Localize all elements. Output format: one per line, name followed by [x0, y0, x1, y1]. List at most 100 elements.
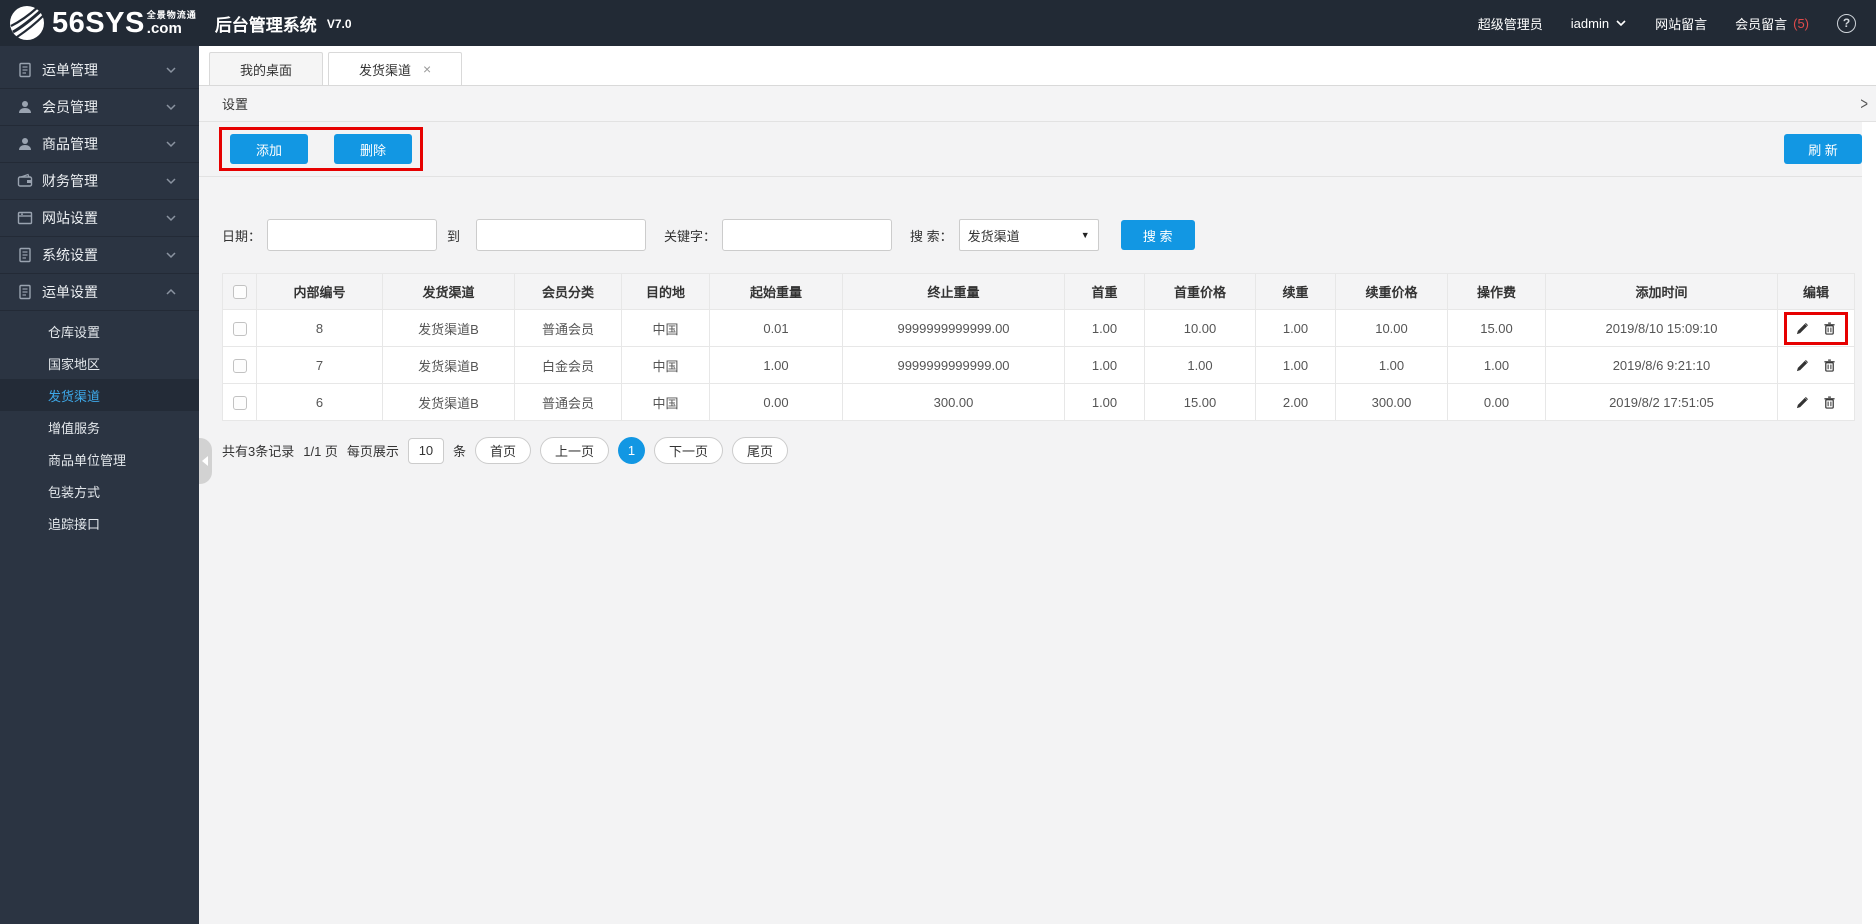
close-icon[interactable]: ×: [423, 62, 431, 76]
toolbar: 添加 删除 刷 新: [199, 122, 1876, 177]
keyword-label: 关键字：: [664, 228, 717, 244]
sidebar-item-waybill-settings[interactable]: 运单设置: [0, 274, 199, 311]
row-actions: [1784, 349, 1848, 382]
user-icon: [19, 101, 31, 113]
search-type-select[interactable]: 发货渠道 ▼: [958, 219, 1099, 251]
date-from-input[interactable]: [267, 219, 438, 251]
cell-first-weight-price: 1.00: [1144, 346, 1256, 384]
row-checkbox[interactable]: [232, 321, 247, 336]
tab-bar: 我的桌面 发货渠道 ×: [199, 46, 1876, 86]
sidebar-submenu: 仓库设置 国家地区 发货渠道 增值服务 商品单位管理 包装方式 追踪接口: [0, 311, 199, 545]
cell-shipping-channel: 发货渠道B: [382, 346, 515, 384]
edit-icon[interactable]: [1796, 359, 1809, 372]
chevron-down-icon: [166, 67, 176, 74]
sidebar-item-waybill-management[interactable]: 运单管理: [0, 52, 199, 89]
col-member-category: 会员分类: [514, 273, 622, 310]
last-page-button[interactable]: 尾页: [732, 437, 789, 464]
member-messages-label: 会员留言: [1735, 16, 1788, 32]
col-start-weight: 起始重量: [709, 273, 843, 310]
edit-icon[interactable]: [1796, 322, 1809, 335]
sidebar-item-member-management[interactable]: 会员管理: [0, 89, 199, 126]
chevron-down-icon: [166, 252, 176, 259]
panel-header: 设置 >: [199, 86, 1876, 122]
select-all-checkbox[interactable]: [232, 285, 247, 300]
per-page-input[interactable]: 10: [407, 437, 444, 464]
tab-label: 我的桌面: [240, 62, 293, 78]
sidebar-item-value-added-services[interactable]: 增值服务: [0, 411, 199, 443]
sidebar-item-label: 运单管理: [42, 62, 98, 78]
wallet-icon: [17, 173, 33, 187]
sidebar-item-tracking-interface[interactable]: 追踪接口: [0, 507, 199, 539]
chevron-down-icon: [166, 104, 176, 111]
cell-added-time: 2019/8/2 17:51:05: [1545, 383, 1778, 421]
cell-destination: 中国: [621, 309, 710, 347]
sidebar-item-system-settings[interactable]: 系统设置: [0, 237, 199, 274]
cell-additional-weight: 1.00: [1255, 346, 1336, 384]
search-type-label: 搜 索：: [910, 228, 953, 244]
filter-row: 日期： 到 关键字： 搜 索： 发货渠道 ▼ 搜 索: [222, 219, 1876, 251]
cell-first-weight-price: 15.00: [1144, 383, 1256, 421]
username: iadmin: [1570, 15, 1610, 31]
table-row: 8 发货渠道B 普通会员 中国 0.01 9999999999999.00 1.…: [222, 309, 1855, 347]
logo-suffix: .com: [146, 19, 182, 37]
sidebar-item-website-settings[interactable]: 网站设置: [0, 200, 199, 237]
user-role: 超级管理员: [1477, 16, 1543, 32]
chevron-right-icon[interactable]: >: [1858, 93, 1870, 113]
member-messages-count: (5): [1793, 15, 1809, 31]
cell-first-weight-price: 10.00: [1144, 309, 1256, 347]
sidebar-item-finance-management[interactable]: 财务管理: [0, 163, 199, 200]
current-page-button[interactable]: 1: [617, 437, 645, 464]
delete-icon[interactable]: [1823, 396, 1836, 409]
cell-end-weight: 9999999999999.00: [842, 346, 1065, 384]
sidebar-item-label: 网站设置: [42, 210, 98, 226]
sidebar-item-product-unit-management[interactable]: 商品单位管理: [0, 443, 199, 475]
tab-shipping-channel[interactable]: 发货渠道 ×: [328, 52, 463, 85]
col-internal-number: 内部编号: [256, 273, 383, 310]
edit-icon[interactable]: [1796, 396, 1809, 409]
keyword-input[interactable]: [722, 219, 893, 251]
cell-destination: 中国: [621, 383, 710, 421]
help-icon[interactable]: ?: [1837, 13, 1856, 33]
date-to-input[interactable]: [476, 219, 647, 251]
col-handling-fee: 操作费: [1447, 273, 1546, 310]
first-page-button[interactable]: 首页: [474, 437, 531, 464]
cell-first-weight: 1.00: [1064, 346, 1145, 384]
to-label: 到: [447, 228, 461, 244]
member-messages-link[interactable]: 会员留言 (5): [1735, 14, 1809, 33]
sidebar-item-product-management[interactable]: 商品管理: [0, 126, 199, 163]
cell-shipping-channel: 发货渠道B: [382, 309, 515, 347]
sidebar-item-packing-method[interactable]: 包装方式: [0, 475, 199, 507]
sidebar-item-warehouse-settings[interactable]: 仓库设置: [0, 315, 199, 347]
prev-page-button[interactable]: 上一页: [539, 437, 609, 464]
pagination: 共有3条记录 1/1 页 每页展示 10 条 首页 上一页 1 下一页 尾页: [222, 437, 1876, 464]
top-header: 56SYS 全景物流通 .com 后台管理系统 V7.0 超级管理员 iadmi…: [0, 0, 1876, 46]
annotation-box: 添加 删除: [219, 127, 423, 171]
tab-my-desktop[interactable]: 我的桌面: [209, 52, 324, 85]
chevron-down-icon: [1616, 20, 1626, 27]
sidebar-item-shipping-channel[interactable]: 发货渠道: [0, 379, 199, 411]
cell-start-weight: 0.01: [709, 309, 843, 347]
next-page-button[interactable]: 下一页: [653, 437, 723, 464]
add-button[interactable]: 添加: [230, 134, 308, 164]
row-checkbox[interactable]: [232, 395, 247, 410]
tab-label: 发货渠道: [359, 62, 412, 78]
delete-button[interactable]: 删除: [334, 134, 412, 164]
user-menu[interactable]: iadmin: [1571, 16, 1627, 31]
cell-additional-weight-price: 10.00: [1335, 309, 1448, 347]
chevron-left-icon: [201, 456, 208, 466]
delete-icon[interactable]: [1823, 359, 1836, 372]
refresh-button[interactable]: 刷 新: [1784, 134, 1862, 164]
sidebar-item-country-region[interactable]: 国家地区: [0, 347, 199, 379]
row-checkbox[interactable]: [232, 358, 247, 373]
cell-first-weight: 1.00: [1064, 309, 1145, 347]
search-button[interactable]: 搜 索: [1120, 220, 1195, 250]
chevron-down-icon: [166, 178, 176, 185]
col-additional-weight: 续重: [1255, 273, 1336, 310]
cell-member-category: 普通会员: [514, 309, 622, 347]
site-messages-link[interactable]: 网站留言: [1655, 14, 1707, 33]
sidebar-collapse-handle[interactable]: [199, 438, 212, 484]
logo-text: 56SYS: [52, 6, 145, 39]
delete-icon[interactable]: [1823, 322, 1836, 335]
scrollbar-track[interactable]: [1862, 122, 1876, 924]
cell-additional-weight-price: 300.00: [1335, 383, 1448, 421]
